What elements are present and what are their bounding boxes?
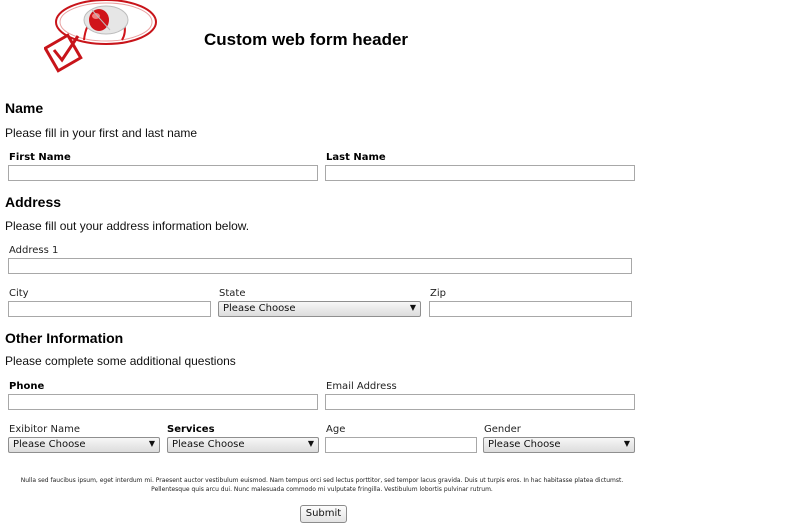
section-title-address: Address	[5, 194, 62, 210]
services-select[interactable]: Please Choose ▼	[167, 437, 319, 453]
age-label: Age	[326, 424, 346, 435]
email-field[interactable]	[325, 394, 635, 410]
phone-label: Phone	[9, 381, 45, 392]
exhibitor-select-value: Please Choose	[13, 439, 86, 450]
chevron-down-icon: ▼	[148, 439, 155, 448]
services-label: Services	[167, 424, 215, 435]
state-select-value: Please Choose	[223, 303, 296, 314]
fine-print: Nulla sed faucibus ipsum, eget interdum …	[20, 477, 624, 493]
last-name-field[interactable]	[325, 165, 635, 181]
exhibitor-label: Exibitor Name	[9, 424, 80, 435]
services-select-value: Please Choose	[172, 439, 245, 450]
chevron-down-icon: ▼	[623, 439, 630, 448]
section-desc-other: Please complete some additional question…	[5, 354, 236, 368]
section-desc-name: Please fill in your first and last name	[5, 126, 198, 140]
gender-select[interactable]: Please Choose ▼	[483, 437, 635, 453]
state-label: State	[219, 288, 246, 299]
city-label: City	[9, 288, 29, 299]
age-field[interactable]	[325, 437, 477, 453]
page-title: Custom web form header	[204, 30, 409, 49]
email-label: Email Address	[326, 381, 397, 392]
address1-label: Address 1	[9, 245, 59, 256]
address1-field[interactable]	[8, 258, 632, 274]
first-name-field[interactable]	[8, 165, 318, 181]
gender-select-value: Please Choose	[488, 439, 561, 450]
section-title-name: Name	[5, 100, 44, 116]
gender-label: Gender	[484, 424, 521, 435]
zip-field[interactable]	[429, 301, 632, 317]
state-select[interactable]: Please Choose ▼	[218, 301, 421, 317]
chevron-down-icon: ▼	[307, 439, 314, 448]
mouse-checkbox-logo-icon	[43, 0, 157, 73]
phone-field[interactable]	[8, 394, 318, 410]
section-desc-address: Please fill out your address information…	[5, 219, 250, 233]
section-title-other: Other Information	[5, 330, 124, 346]
city-field[interactable]	[8, 301, 211, 317]
logo	[43, 0, 164, 78]
zip-label: Zip	[430, 288, 446, 299]
exhibitor-select[interactable]: Please Choose ▼	[8, 437, 160, 453]
chevron-down-icon: ▼	[409, 303, 416, 312]
last-name-label: Last Name	[326, 152, 386, 163]
first-name-label: First Name	[9, 152, 71, 163]
submit-button[interactable]: Submit	[300, 505, 347, 523]
